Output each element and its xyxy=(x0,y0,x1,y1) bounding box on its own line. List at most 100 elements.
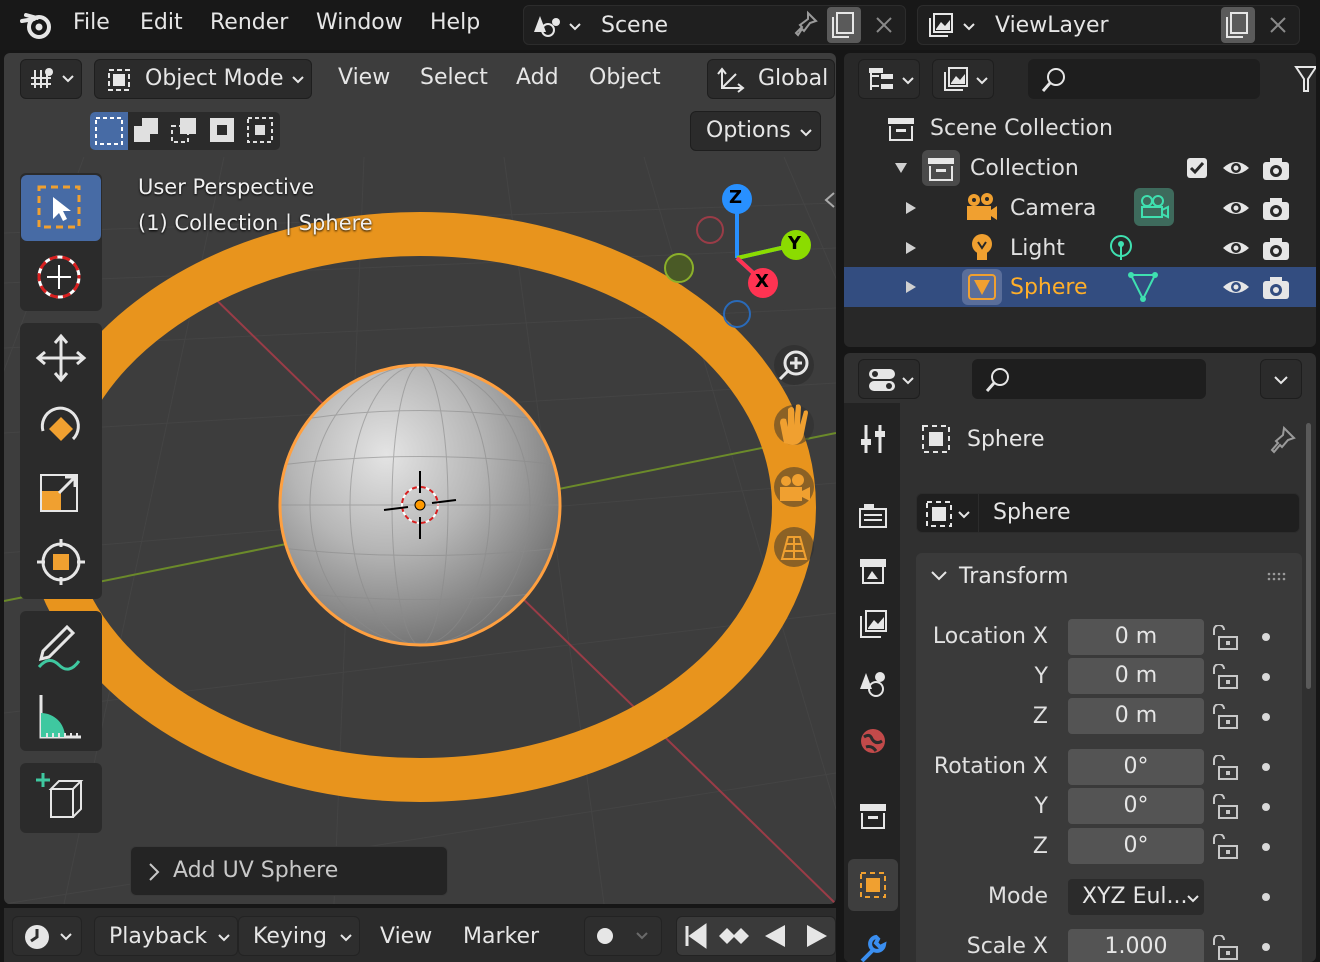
viewport-menu-add[interactable]: Add xyxy=(516,65,559,90)
tab-render[interactable] xyxy=(848,491,898,543)
location-y-field[interactable]: 0 m xyxy=(1068,658,1204,694)
tool-move[interactable] xyxy=(21,325,101,391)
zoom-icon[interactable] xyxy=(774,345,814,385)
scene-name[interactable]: Scene xyxy=(601,13,668,38)
outliner-editor-type-button[interactable] xyxy=(858,59,920,99)
keyframe-dot[interactable] xyxy=(1262,893,1270,901)
properties-editor-type-button[interactable] xyxy=(858,359,920,399)
outliner-row-light[interactable]: Light xyxy=(844,228,1316,268)
playback-dropdown[interactable]: Playback xyxy=(94,916,238,956)
mode-dropdown[interactable]: Object Mode xyxy=(94,59,312,99)
tool-rotate[interactable] xyxy=(21,393,101,459)
filter-icon[interactable] xyxy=(1294,63,1316,95)
tab-tool[interactable] xyxy=(848,413,898,465)
lock-open-icon[interactable] xyxy=(1210,625,1240,651)
lock-open-icon[interactable] xyxy=(1210,834,1240,860)
keyframe-dot[interactable] xyxy=(1262,943,1270,951)
camera-view-icon[interactable] xyxy=(774,467,814,507)
timeline-menu-marker[interactable]: Marker xyxy=(463,924,539,949)
location-z-field[interactable]: 0 m xyxy=(1068,698,1204,734)
tool-measure[interactable] xyxy=(21,683,101,749)
transform-orientation-dropdown[interactable]: Global xyxy=(707,59,835,99)
object-datablock-name[interactable]: Sphere xyxy=(993,500,1071,525)
render-camera-icon[interactable] xyxy=(1261,275,1291,301)
pin-icon[interactable] xyxy=(1264,425,1298,455)
scene-browse-button[interactable] xyxy=(524,6,586,44)
editor-type-button[interactable] xyxy=(20,59,82,99)
tab-output[interactable] xyxy=(848,545,898,597)
lock-open-icon[interactable] xyxy=(1210,664,1240,690)
tool-add-cube[interactable] xyxy=(21,765,101,831)
tab-view-layer[interactable] xyxy=(848,599,898,651)
properties-options-button[interactable] xyxy=(1260,359,1302,399)
tool-scale[interactable] xyxy=(21,461,101,527)
light-data-icon[interactable] xyxy=(1108,234,1134,262)
rotation-mode-dropdown[interactable]: XYZ Eul... xyxy=(1068,879,1204,915)
lock-open-icon[interactable] xyxy=(1210,755,1240,781)
eye-icon[interactable] xyxy=(1221,156,1251,180)
tool-transform[interactable] xyxy=(21,529,101,595)
3d-viewport[interactable]: Object Mode View Select Add Object Globa… xyxy=(4,53,836,904)
tool-annotate[interactable] xyxy=(21,613,101,679)
play-reverse-button[interactable] xyxy=(757,917,795,955)
keyframe-dot[interactable] xyxy=(1262,713,1270,721)
camera-data-button[interactable] xyxy=(1134,188,1174,226)
eye-icon[interactable] xyxy=(1221,196,1251,220)
blender-logo-icon[interactable] xyxy=(20,9,54,41)
keyframe-dot[interactable] xyxy=(1262,633,1270,641)
tab-object[interactable] xyxy=(848,859,898,911)
outliner-row-collection[interactable]: Collection xyxy=(844,148,1316,188)
transform-panel-header[interactable]: Transform xyxy=(916,553,1302,601)
outliner-row-sphere[interactable]: Sphere xyxy=(844,267,1316,307)
scale-x-field[interactable]: 1.000 xyxy=(1068,929,1204,962)
scene-close-button[interactable] xyxy=(867,7,901,43)
mesh-data-icon[interactable] xyxy=(1128,271,1158,303)
perspective-toggle-icon[interactable] xyxy=(774,527,814,567)
viewport-menu-object[interactable]: Object xyxy=(589,65,661,90)
viewlayer-browse-button[interactable] xyxy=(918,6,980,44)
lock-open-icon[interactable] xyxy=(1210,794,1240,820)
viewlayer-name[interactable]: ViewLayer xyxy=(995,13,1109,38)
menu-help[interactable]: Help xyxy=(430,10,480,35)
keying-dropdown[interactable]: Keying xyxy=(238,916,360,956)
keyframe-dot[interactable] xyxy=(1262,673,1270,681)
render-camera-icon[interactable] xyxy=(1261,236,1291,262)
object-browse-button[interactable] xyxy=(917,494,979,532)
menu-file[interactable]: File xyxy=(73,10,110,35)
timeline-editor-type-button[interactable] xyxy=(12,916,82,956)
auto-keying-toggle[interactable] xyxy=(584,916,662,956)
outliner-search-input[interactable] xyxy=(1028,59,1260,99)
options-dropdown[interactable]: Options xyxy=(690,111,821,151)
location-x-field[interactable]: 0 m xyxy=(1068,619,1204,655)
disclosure-collapsed-icon[interactable] xyxy=(902,273,922,301)
properties-search-input[interactable] xyxy=(972,359,1206,399)
jump-start-button[interactable] xyxy=(677,917,715,955)
keyframe-dot[interactable] xyxy=(1262,843,1270,851)
disclosure-collapsed-icon[interactable] xyxy=(902,234,922,262)
select-intersect-button[interactable] xyxy=(242,112,280,150)
tab-collection[interactable] xyxy=(848,789,898,841)
render-camera-icon[interactable] xyxy=(1261,156,1291,182)
viewport-menu-select[interactable]: Select xyxy=(420,65,488,90)
redo-last-panel[interactable]: Add UV Sphere xyxy=(130,846,448,896)
jump-keyframe-button[interactable] xyxy=(715,917,753,955)
tab-scene[interactable] xyxy=(848,657,898,709)
properties-scrollbar[interactable] xyxy=(1306,423,1311,689)
outliner-row-scene-collection[interactable]: Scene Collection xyxy=(844,108,1316,148)
lock-open-icon[interactable] xyxy=(1210,704,1240,730)
keyframe-dot[interactable] xyxy=(1262,803,1270,811)
viewlayer-close-button[interactable] xyxy=(1261,7,1295,43)
play-button[interactable] xyxy=(797,917,835,955)
eye-icon[interactable] xyxy=(1221,236,1251,260)
scene-new-button[interactable] xyxy=(827,7,861,43)
select-invert-button[interactable] xyxy=(204,112,242,150)
tab-modifiers[interactable] xyxy=(848,923,898,962)
menu-render[interactable]: Render xyxy=(210,10,288,35)
select-new-button[interactable] xyxy=(90,112,128,150)
menu-window[interactable]: Window xyxy=(316,10,403,35)
viewlayer-new-button[interactable] xyxy=(1221,7,1255,43)
scene-pin-button[interactable] xyxy=(788,7,822,43)
disclosure-expanded-icon[interactable] xyxy=(894,162,908,174)
tool-cursor[interactable] xyxy=(21,243,101,309)
outliner-row-camera[interactable]: Camera xyxy=(844,188,1316,228)
